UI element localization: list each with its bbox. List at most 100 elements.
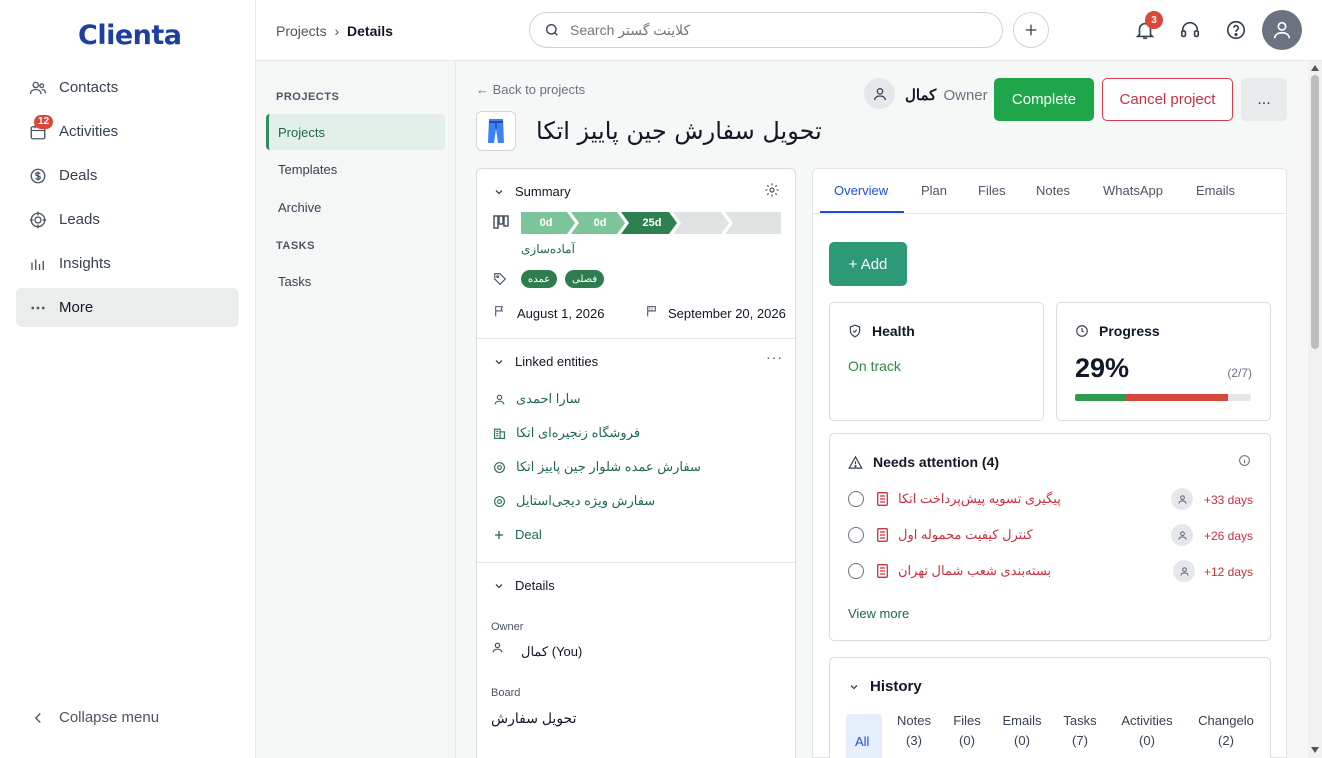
nav-label: Insights xyxy=(59,255,111,272)
nav-item-contacts[interactable]: Contacts xyxy=(16,68,239,107)
tag-chip[interactable]: عمده xyxy=(521,270,558,288)
needs-attention-card: Needs attention (4) پیگیری تسویه پیش‌پرد… xyxy=(829,433,1271,641)
tab-overview[interactable]: Overview xyxy=(834,183,888,198)
main-sidebar: Clienta Contacts Activities 12 Deals Lea… xyxy=(0,0,256,758)
tab-emails[interactable]: Emails xyxy=(1196,183,1235,198)
task-complete-checkbox[interactable] xyxy=(848,491,864,507)
warning-icon xyxy=(848,455,863,469)
history-tab-notes[interactable]: Notes (3) xyxy=(893,711,935,751)
search-input[interactable] xyxy=(570,22,970,38)
history-tab-all[interactable]: All xyxy=(846,714,882,758)
linked-entity-company[interactable]: فروشگاه زنجیره‌ای اتکا xyxy=(493,425,640,441)
summary-section-header[interactable]: Summary xyxy=(493,184,571,199)
complete-button[interactable]: Complete xyxy=(994,78,1094,121)
back-to-projects-link[interactable]: ← Back to projects xyxy=(476,82,585,97)
linked-entity-deal[interactable]: سفارش ویژه دیجی‌استایل xyxy=(493,493,655,509)
assignee-avatar[interactable] xyxy=(1171,524,1193,546)
target-icon xyxy=(494,495,505,507)
details-section-header[interactable]: Details xyxy=(493,578,555,593)
breadcrumb-projects[interactable]: Projects xyxy=(276,23,327,39)
tag-chip[interactable]: فصلی xyxy=(565,270,605,288)
subnav-item-tasks[interactable]: Tasks xyxy=(266,263,445,299)
add-deal-button[interactable]: Deal xyxy=(493,527,542,542)
assignee-avatar[interactable] xyxy=(1171,488,1193,510)
headset-icon[interactable] xyxy=(1179,19,1201,41)
page-scrollbar[interactable] xyxy=(1308,61,1322,758)
history-tab-files[interactable]: Files (0) xyxy=(950,711,984,751)
owner-avatar[interactable] xyxy=(864,78,895,109)
tab-files[interactable]: Files xyxy=(978,183,1005,198)
app-logo[interactable]: Clienta xyxy=(78,20,182,51)
document-icon xyxy=(877,564,888,578)
owner-field-label: Owner xyxy=(491,621,524,633)
owner-field-value[interactable]: کمال (You) xyxy=(521,644,582,660)
task-title[interactable]: پیگیری تسویه پیش‌پرداخت اتکا xyxy=(898,491,1061,507)
board-field-value[interactable]: تحویل سفارش xyxy=(491,710,576,727)
nav-item-deals[interactable]: Deals xyxy=(16,156,239,195)
history-tab-changelog[interactable]: Changelo (2) xyxy=(1194,711,1258,751)
stage-5 xyxy=(725,212,781,234)
scroll-down-arrow[interactable] xyxy=(1311,747,1319,753)
assignee-avatar[interactable] xyxy=(1173,560,1195,582)
person-icon xyxy=(1177,530,1187,540)
clock-icon xyxy=(1076,325,1088,337)
task-title[interactable]: کنترل کیفیت محموله اول xyxy=(898,527,1033,543)
nav-item-leads[interactable]: Leads xyxy=(16,200,239,239)
attention-heading: Needs attention (4) xyxy=(873,454,1000,470)
subnav-item-projects[interactable]: Projects xyxy=(266,114,445,150)
entity-label: سفارش عمده شلوار جین پاییز اتکا xyxy=(516,459,701,474)
overdue-days: +12 days xyxy=(1203,565,1253,579)
nav-label: Deals xyxy=(59,167,98,184)
help-icon[interactable] xyxy=(1225,19,1247,41)
progress-bar-done xyxy=(1075,394,1127,401)
task-title[interactable]: بسته‌بندی شعب شمال تهران xyxy=(898,563,1051,579)
subnav-item-archive[interactable]: Archive xyxy=(266,189,445,225)
history-tab-label: Activities xyxy=(1121,713,1173,728)
notifications-badge: 3 xyxy=(1145,11,1163,29)
activities-count-badge: 12 xyxy=(34,115,54,129)
tab-notes[interactable]: Notes xyxy=(1036,183,1070,198)
board-icon xyxy=(493,215,509,229)
collapse-menu-button[interactable]: Collapse menu xyxy=(16,698,239,737)
cancel-project-button[interactable]: Cancel project xyxy=(1102,78,1233,121)
finish-flag-icon xyxy=(647,306,656,317)
history-tab-count: (0) xyxy=(959,733,975,748)
plus-icon xyxy=(495,530,503,539)
user-avatar[interactable] xyxy=(1262,10,1302,50)
linked-entity-deal[interactable]: سفارش عمده شلوار جین پاییز اتکا xyxy=(493,459,701,475)
person-icon xyxy=(873,87,886,100)
history-tab-activities[interactable]: Activities (0) xyxy=(1114,711,1180,751)
history-header[interactable]: History xyxy=(848,678,922,695)
scroll-up-arrow[interactable] xyxy=(1311,65,1319,71)
linked-more-button[interactable]: ··· xyxy=(766,349,783,365)
subnav-item-templates[interactable]: Templates xyxy=(266,151,445,187)
subnav-heading-projects: PROJECTS xyxy=(276,91,340,103)
task-complete-checkbox[interactable] xyxy=(848,527,864,543)
task-complete-checkbox[interactable] xyxy=(848,563,864,579)
progress-header: Progress xyxy=(1075,323,1160,339)
gear-icon[interactable] xyxy=(764,182,780,198)
view-more-link[interactable]: View more xyxy=(848,606,909,621)
history-tab-tasks[interactable]: Tasks (7) xyxy=(1061,711,1099,751)
nav-item-insights[interactable]: Insights xyxy=(16,244,239,283)
history-tab-emails[interactable]: Emails (0) xyxy=(1000,711,1044,751)
scrollbar-thumb[interactable] xyxy=(1311,75,1319,349)
entity-label: سفارش ویژه دیجی‌استایل xyxy=(516,493,656,508)
tab-plan[interactable]: Plan xyxy=(921,183,947,198)
linked-entity-contact[interactable]: سارا احمدی xyxy=(493,391,581,407)
more-actions-button[interactable]: ... xyxy=(1241,78,1287,121)
jeans-icon xyxy=(488,119,504,143)
search-box[interactable] xyxy=(529,12,1003,48)
progress-count: (2/7) xyxy=(1227,366,1252,380)
add-button[interactable]: + Add xyxy=(829,242,907,286)
info-icon[interactable] xyxy=(1238,454,1251,467)
document-icon xyxy=(877,528,888,542)
tab-whatsapp[interactable]: WhatsApp xyxy=(1103,183,1163,198)
create-button[interactable] xyxy=(1013,12,1049,48)
nav-item-more[interactable]: More xyxy=(16,288,239,327)
plus-icon xyxy=(1025,24,1037,36)
board-field-label: Board xyxy=(491,687,521,699)
linked-section-header[interactable]: Linked entities xyxy=(493,354,598,369)
progress-heading: Progress xyxy=(1099,323,1160,339)
chevron-down-icon xyxy=(495,583,503,588)
